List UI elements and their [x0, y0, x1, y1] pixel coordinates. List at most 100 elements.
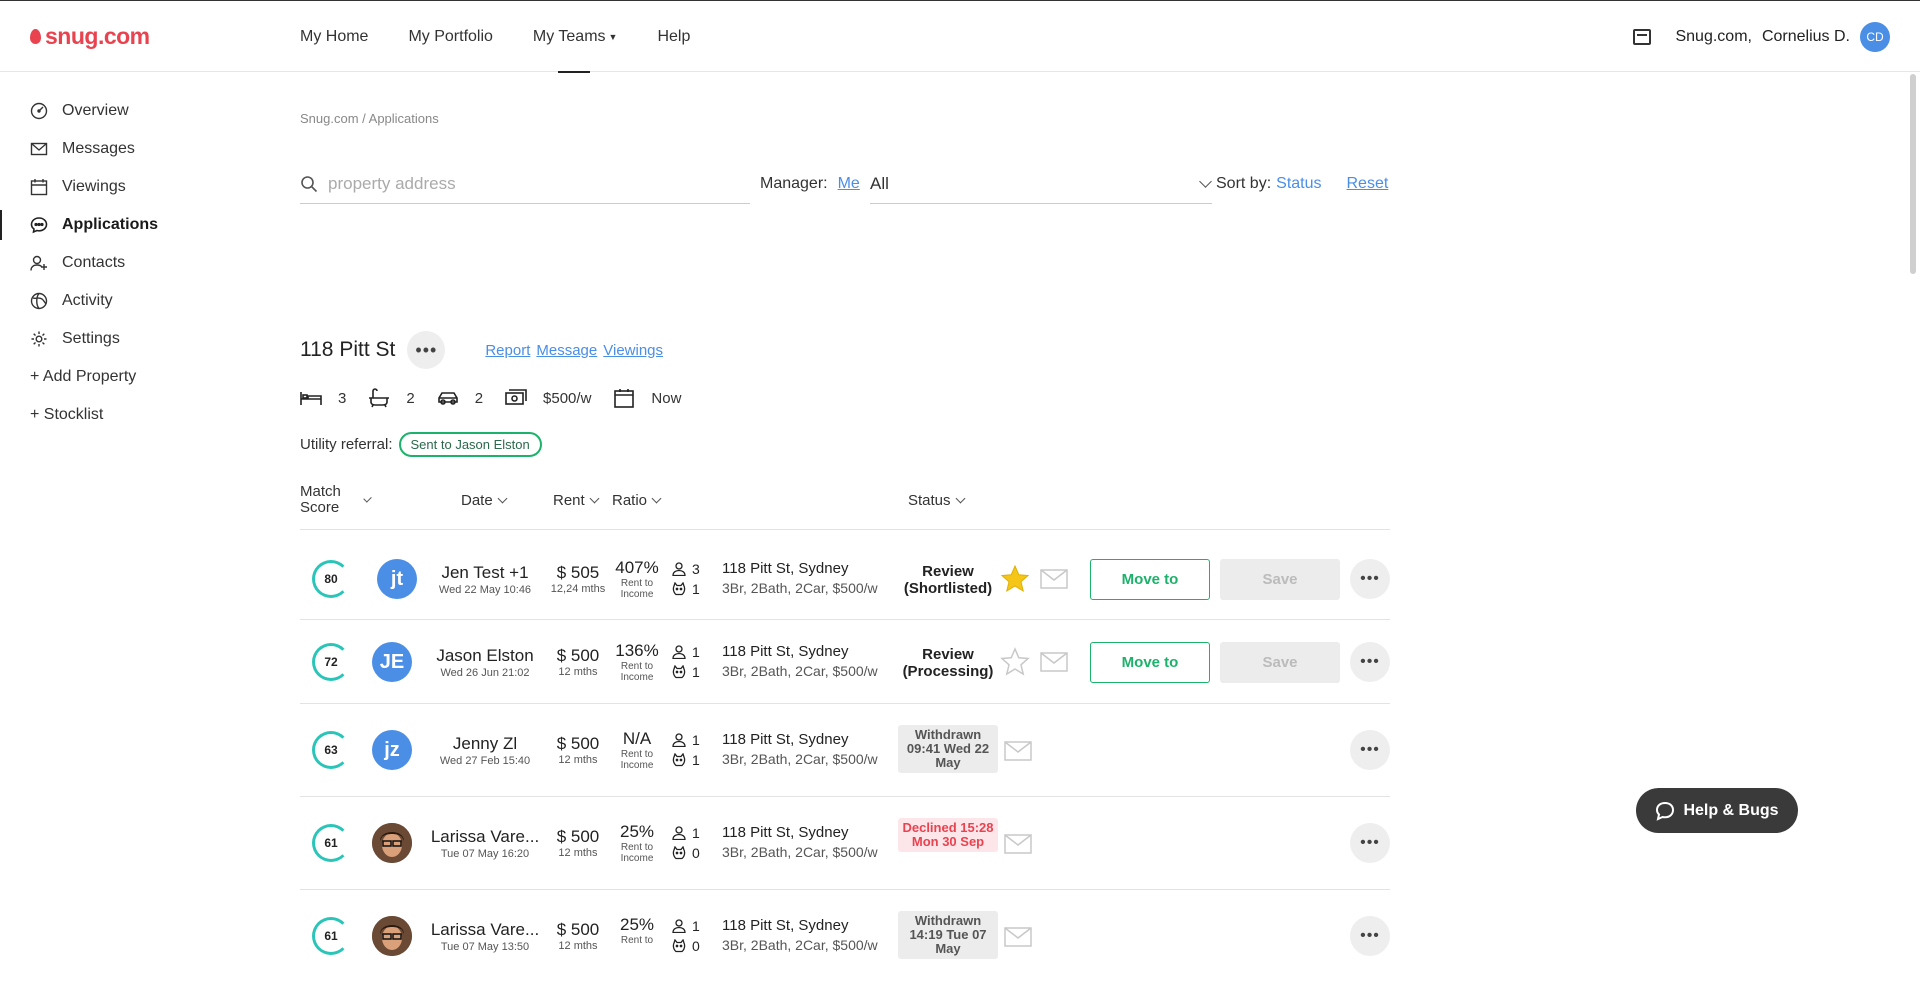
- header-status[interactable]: Status: [908, 480, 965, 520]
- address-cell: 118 Pitt St, Sydney 3Br, 2Bath, 2Car, $50…: [722, 731, 878, 767]
- applicant-name: Larissa Vare...: [430, 920, 540, 939]
- rent-cell: $ 500 12 mths: [548, 920, 608, 952]
- mail-icon[interactable]: [1004, 741, 1032, 761]
- nav-label: Help: [657, 28, 691, 45]
- table-row[interactable]: 61 Larissa Vare... Tue 07 May 13:50 $ 500…: [300, 890, 1390, 983]
- ratio-cell: 25% Rent to: [610, 915, 664, 946]
- nav-my-teams[interactable]: My Teams ▼: [533, 1, 617, 73]
- nav-my-portfolio[interactable]: My Portfolio: [408, 1, 492, 73]
- row-specs: 3Br, 2Bath, 2Car, $500/w: [722, 663, 878, 679]
- sidebar-item-messages[interactable]: Messages: [0, 130, 260, 168]
- sidebar-item-label: Applications: [62, 216, 159, 233]
- sidebar-item-activity[interactable]: Activity: [0, 282, 260, 320]
- address-cell: 118 Pitt St, Sydney 3Br, 2Bath, 2Car, $50…: [722, 560, 878, 596]
- archive-icon[interactable]: [1633, 29, 1652, 45]
- applicant-name: Jason Elston: [436, 646, 534, 665]
- sidebar-item-overview[interactable]: Overview: [0, 92, 260, 130]
- save-button[interactable]: Save: [1220, 642, 1340, 683]
- mail-icon[interactable]: [1004, 834, 1032, 854]
- applicant[interactable]: Larissa Vare... Tue 07 May 16:20: [420, 827, 550, 860]
- baths-count: 2: [406, 389, 415, 407]
- occupants-cell: 1 1: [672, 642, 712, 682]
- applicant[interactable]: Larissa Vare... Tue 07 May 13:50: [420, 920, 550, 953]
- status-text: Review (Processing): [902, 646, 994, 680]
- sidebar-item-viewings[interactable]: Viewings: [0, 168, 260, 206]
- property-links: Report Message Viewings: [485, 342, 663, 359]
- scrollbar[interactable]: [1910, 74, 1916, 274]
- report-link[interactable]: Report: [485, 342, 530, 359]
- sidebar-item-contacts[interactable]: Contacts: [0, 244, 260, 282]
- applicant[interactable]: Jason Elston Wed 26 Jun 21:02: [420, 646, 550, 679]
- ratio-cell: 136% Rent to Income: [610, 641, 664, 683]
- property-more-button[interactable]: •••: [407, 331, 446, 369]
- applicant[interactable]: Jenny Zl Wed 27 Feb 15:40: [420, 734, 550, 767]
- star-outline-icon[interactable]: [1000, 647, 1030, 677]
- ratio-value: N/A: [622, 729, 652, 748]
- row-more-button[interactable]: •••: [1350, 559, 1390, 599]
- gear-icon: [30, 330, 48, 348]
- header-rent[interactable]: Rent: [553, 480, 600, 520]
- address-cell: 118 Pitt St, Sydney 3Br, 2Bath, 2Car, $50…: [722, 917, 878, 953]
- gauge-icon: [30, 102, 48, 120]
- row-more-button[interactable]: •••: [1350, 916, 1390, 956]
- move-to-button[interactable]: Move to: [1090, 559, 1210, 600]
- beds-count: 3: [338, 389, 347, 407]
- row-more-button[interactable]: •••: [1350, 642, 1390, 682]
- header-ratio[interactable]: Ratio: [612, 480, 662, 520]
- table-row[interactable]: 80 jt Jen Test +1 Wed 22 May 10:46 $ 505 1…: [300, 538, 1390, 620]
- occupants-cell: 1 0: [672, 916, 712, 956]
- sidebar-item-settings[interactable]: Settings: [0, 320, 260, 358]
- mail-icon[interactable]: [1040, 569, 1068, 589]
- property-header: 118 Pitt St ••• Report Message Viewings: [300, 331, 663, 369]
- nav-help[interactable]: Help: [657, 1, 690, 73]
- header-match-score[interactable]: Match Score: [300, 480, 372, 520]
- manager-select[interactable]: All: [870, 164, 1212, 204]
- nav-my-home[interactable]: My Home: [300, 1, 368, 73]
- move-to-button[interactable]: Move to: [1090, 642, 1210, 683]
- header-date[interactable]: Date: [461, 480, 508, 520]
- mail-icon[interactable]: [1040, 652, 1068, 672]
- ratio-value: 25%: [619, 822, 655, 841]
- sidebar-stocklist[interactable]: + Stocklist: [0, 396, 260, 434]
- rent-amount: $ 500: [556, 734, 600, 753]
- table-row[interactable]: 61 Larissa Vare... Tue 07 May 16:20 $ 500…: [300, 797, 1390, 890]
- manager-label: Manager:: [760, 175, 828, 192]
- row-more-button[interactable]: •••: [1350, 823, 1390, 863]
- table-row[interactable]: 63 jz Jenny Zl Wed 27 Feb 15:40 $ 500 12 m…: [300, 704, 1390, 797]
- utility-badge[interactable]: Sent to Jason Elston: [398, 432, 542, 457]
- avatar: [372, 823, 412, 863]
- reset-link[interactable]: Reset: [1347, 175, 1389, 193]
- user-menu[interactable]: Snug.com, Cornelius D. CD: [1633, 1, 1890, 73]
- search-input[interactable]: [328, 173, 728, 194]
- adults-count: 1: [692, 644, 700, 660]
- chevron-down-icon: [497, 493, 508, 503]
- sidebar-add-property[interactable]: + Add Property: [0, 358, 260, 396]
- applicant[interactable]: Jen Test +1 Wed 22 May 10:46: [420, 563, 550, 596]
- applicant-name: Jen Test +1: [441, 563, 529, 582]
- mail-icon[interactable]: [1004, 927, 1032, 947]
- user-avatar[interactable]: CD: [1860, 22, 1890, 52]
- save-button[interactable]: Save: [1220, 559, 1340, 600]
- message-link[interactable]: Message: [536, 342, 597, 359]
- manager-me-link[interactable]: Me: [838, 175, 860, 193]
- star-filled-icon[interactable]: [1000, 564, 1030, 594]
- sidebar-item-applications[interactable]: Applications: [0, 206, 260, 244]
- header-label: Status: [908, 491, 951, 509]
- rent-amount: $ 500: [556, 646, 600, 665]
- viewings-link[interactable]: Viewings: [603, 342, 663, 359]
- match-score: 61: [312, 917, 350, 955]
- help-bugs-button[interactable]: Help & Bugs: [1636, 788, 1798, 833]
- table-row[interactable]: 72 JE Jason Elston Wed 26 Jun 21:02 $ 500…: [300, 620, 1390, 704]
- row-more-button[interactable]: •••: [1350, 730, 1390, 770]
- bath-icon: [369, 388, 390, 408]
- lease-term: 12,24 mths: [550, 583, 606, 595]
- status-text: Review (Shortlisted): [903, 563, 993, 597]
- sidebar-item-label: + Stocklist: [30, 406, 104, 423]
- sidebar-item-label: Contacts: [62, 254, 126, 271]
- property-title: 118 Pitt St: [300, 338, 396, 361]
- breadcrumb[interactable]: Snug.com / Applications: [300, 111, 439, 126]
- ratio-label: Rent to Income: [620, 578, 654, 600]
- snug-logo[interactable]: snug.com: [30, 23, 150, 50]
- rent-cell: $ 500 12 mths: [548, 646, 608, 678]
- sort-value-link[interactable]: Status: [1276, 175, 1321, 193]
